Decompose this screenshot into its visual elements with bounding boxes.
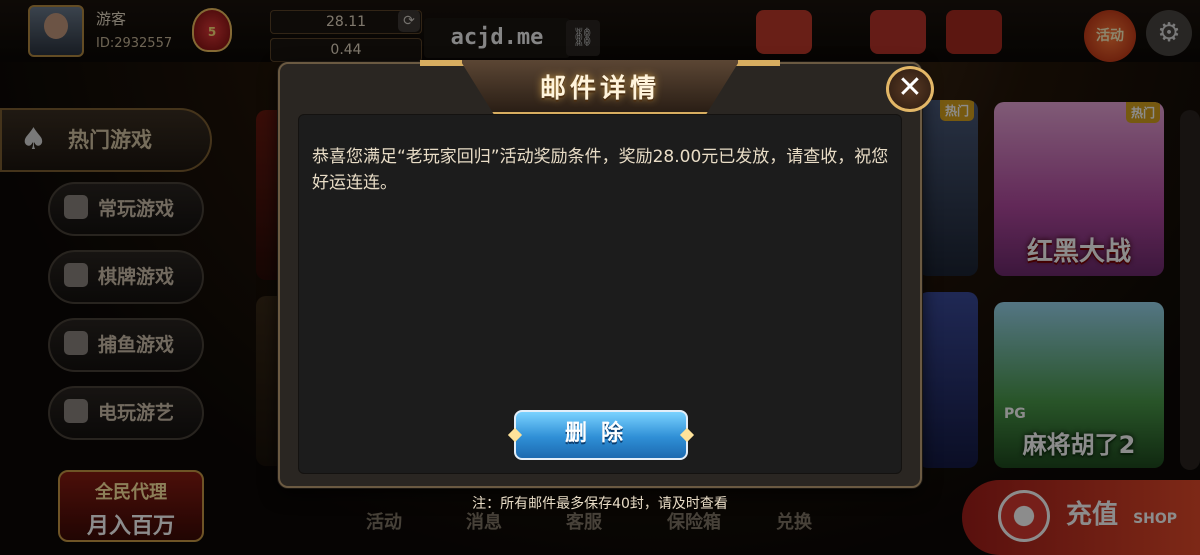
close-button[interactable]: ✕ — [886, 66, 934, 112]
mail-detail-dialog: 邮件详情 ✕ 恭喜您满足“老玩家回归”活动奖励条件，奖励28.00元已发放，请查… — [278, 60, 934, 488]
close-icon: ✕ — [897, 70, 923, 105]
dialog-title: 邮件详情 — [539, 74, 660, 104]
mail-storage-note: 注：所有邮件最多保存40封，请及时查看 — [472, 496, 728, 512]
mail-message: 恭喜您满足“老玩家回归”活动奖励条件，奖励28.00元已发放，请查收，祝您好运连… — [312, 147, 889, 193]
delete-button[interactable]: 删除 — [514, 410, 688, 460]
